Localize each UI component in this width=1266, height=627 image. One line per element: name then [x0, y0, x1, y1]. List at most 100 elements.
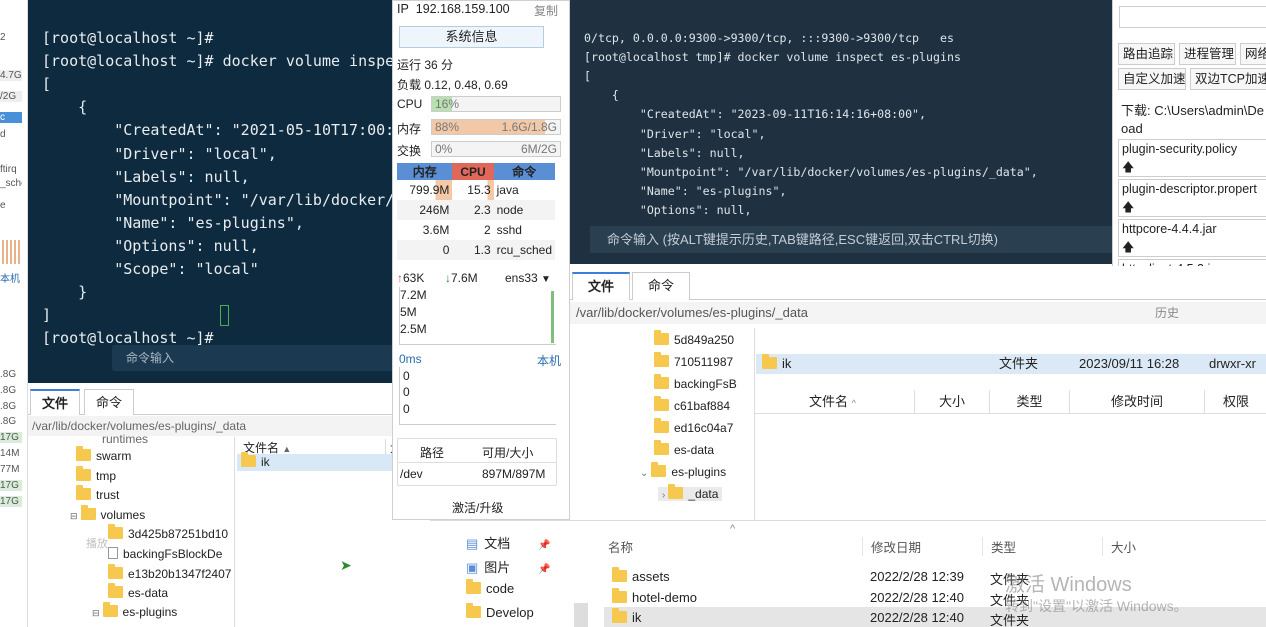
download-path: 下载: C:\Users\admin\De oad: [1121, 103, 1265, 136]
upload-arrow-icon: 🡅: [1122, 160, 1135, 174]
col-type-header[interactable]: 类型: [982, 537, 1016, 556]
tree-item[interactable]: 710511987: [654, 352, 733, 369]
disk-row[interactable]: /dev 897M/897M: [398, 463, 556, 485]
tree-item[interactable]: ⌄ es-plugins: [640, 462, 726, 479]
file-tabs: 文件 命令: [28, 389, 430, 415]
uptime: 运行 36 分: [397, 58, 454, 72]
tcp-accel-button[interactable]: 双边TCP加速: [1190, 68, 1266, 90]
command-input[interactable]: 命令输入 (按ALT键提示历史,TAB键路径,ESC键返回,双击CTRL切换): [590, 226, 1112, 253]
iface-select[interactable]: ens33 ▼: [505, 271, 551, 285]
tree-item[interactable]: trust: [76, 485, 119, 502]
watermark-title: 激活 Windows: [1005, 574, 1132, 596]
tree-item[interactable]: ⊟ es-plugins: [92, 602, 177, 619]
search-input[interactable]: [1119, 6, 1266, 28]
file-panel-left: 文件 命令 /var/lib/docker/volumes/es-plugins…: [28, 383, 431, 627]
system-info-button[interactable]: 系统信息: [399, 26, 544, 48]
traffic-spike: [551, 291, 554, 343]
folder-icon: [76, 485, 91, 500]
nav-documents[interactable]: ▤ 文档 📌: [466, 533, 551, 552]
tree-item[interactable]: › _data: [658, 484, 723, 501]
col-size-header[interactable]: 大小: [1102, 537, 1136, 556]
activate-link[interactable]: 激活/升级: [452, 499, 503, 516]
tree-item[interactable]: e13b20b1347f2407: [108, 564, 231, 581]
nav-pictures[interactable]: ▣ 图片 📌: [466, 557, 551, 576]
history-button[interactable]: 历史: [1155, 304, 1179, 321]
col-name-header[interactable]: 文件名 ^: [755, 390, 915, 414]
folder-icon: [654, 330, 669, 345]
path-bar[interactable]: /var/lib/docker/volumes/es-plugins/_data: [28, 416, 430, 436]
tree-item[interactable]: es-data: [108, 583, 168, 600]
dropdown-icon: ▼: [541, 274, 551, 285]
tree-item[interactable]: es-data: [654, 440, 714, 457]
folder-icon: [668, 484, 684, 499]
tree-item[interactable]: backingFsBlockDe: [108, 547, 222, 561]
explorer-row[interactable]: assets 2022/2/28 12:39 文件夹: [604, 566, 1266, 587]
download-item[interactable]: httpcore-4.4.4.jar 🡅: [1118, 219, 1266, 257]
terminal-cursor: [220, 305, 229, 326]
col-type-header[interactable]: 类型: [990, 390, 1070, 414]
proc-header-cpu[interactable]: CPU: [452, 163, 494, 180]
process-row[interactable]: 799.9M 15.3 java: [397, 180, 555, 200]
file-row[interactable]: ik 文件夹 2023/09/11 16:28 drwxr-xr: [756, 354, 1266, 374]
tab-files[interactable]: 文件: [572, 272, 630, 300]
strip-text: 14M: [0, 448, 20, 459]
process-manager-button[interactable]: 进程管理: [1179, 43, 1236, 65]
strip-text: e: [0, 200, 6, 211]
tab-commands[interactable]: 命令: [84, 389, 134, 415]
tree-item[interactable]: 5d849a250: [654, 330, 734, 347]
proc-header-mem[interactable]: 内存: [397, 163, 453, 180]
tree-item[interactable]: 3d425b87251bd10: [108, 524, 228, 541]
disk-header-path: 路径: [420, 446, 445, 460]
custom-accel-button[interactable]: 自定义加速: [1118, 68, 1186, 90]
tree-item[interactable]: runtimes: [102, 432, 148, 446]
nav-code[interactable]: code: [466, 579, 514, 596]
network-button[interactable]: 网络: [1240, 43, 1266, 65]
copy-button[interactable]: 复制: [534, 2, 558, 19]
col-perm-header[interactable]: 权限: [1205, 390, 1266, 414]
cpu-bar: 16%: [431, 96, 561, 112]
download-item[interactable]: plugin-security.policy 🡅: [1118, 139, 1266, 177]
col-date-header[interactable]: 修改日期: [862, 537, 921, 556]
route-trace-button[interactable]: 路由追踪: [1118, 43, 1175, 65]
folder-icon: [466, 603, 481, 618]
strip-text[interactable]: c: [0, 112, 22, 123]
tree-item[interactable]: backingFsB: [654, 374, 737, 391]
mem-bar: 88% 1.6G/1.8G: [431, 119, 561, 135]
collapse-icon[interactable]: ⊟: [70, 511, 78, 521]
folder-icon: [612, 567, 627, 582]
scrollbar[interactable]: [574, 603, 588, 627]
strip-text: 77M: [0, 464, 20, 475]
strip-text: 2: [0, 32, 6, 43]
tree-item[interactable]: swarm: [76, 446, 131, 463]
collapse-icon[interactable]: ⊟: [92, 608, 100, 618]
proc-header-cmd[interactable]: 命令: [493, 163, 555, 180]
sort-indicator-icon: ^: [730, 523, 736, 535]
nav-develop[interactable]: Develop: [466, 603, 534, 620]
terminal-output: 0/tcp, 0.0.0.0:9300->9300/tcp, :::9300->…: [584, 31, 1038, 217]
strip-text: 本机: [0, 274, 20, 285]
col-name-header[interactable]: 名称: [608, 537, 633, 556]
tree-item[interactable]: c61baf884: [654, 396, 730, 413]
ip-row: IP 192.168.159.100: [397, 2, 510, 16]
col-size-header[interactable]: 大小: [915, 390, 990, 414]
tree-item[interactable]: ed16c04a7: [654, 418, 733, 435]
terminal-right[interactable]: 0/tcp, 0.0.0.0:9300->9300/tcp, :::9300->…: [570, 0, 1112, 264]
download-item[interactable]: plugin-descriptor.propert 🡅: [1118, 179, 1266, 217]
terminal-left[interactable]: [root@localhost ~]# [root@localhost ~]# …: [28, 0, 403, 383]
process-row[interactable]: 0 1.3 rcu_sched: [397, 240, 555, 260]
col-mtime-header[interactable]: 修改时间: [1070, 390, 1205, 414]
network-chart: 7.2M 5M 2.5M: [399, 287, 556, 345]
left-partial-window: 2 4.7G /2G c d ftirq _sche e 本机 .8G .8G …: [0, 0, 28, 627]
tree-item[interactable]: ⊟ volumes: [70, 505, 145, 522]
strip-text: _sche: [0, 178, 22, 189]
tab-commands[interactable]: 命令: [632, 272, 690, 300]
tick-label: 0: [403, 402, 410, 416]
tree-item[interactable]: tmp: [76, 466, 116, 483]
command-input[interactable]: 命令输入: [112, 345, 396, 371]
disk-header-size: 可用/大小: [482, 446, 534, 460]
process-row[interactable]: 3.6M 2 sshd: [397, 220, 555, 240]
process-row[interactable]: 246M 2.3 node: [397, 200, 555, 220]
net-download: ↓7.6M: [445, 271, 478, 285]
folder-icon: [654, 418, 669, 433]
tab-files[interactable]: 文件: [30, 389, 80, 415]
